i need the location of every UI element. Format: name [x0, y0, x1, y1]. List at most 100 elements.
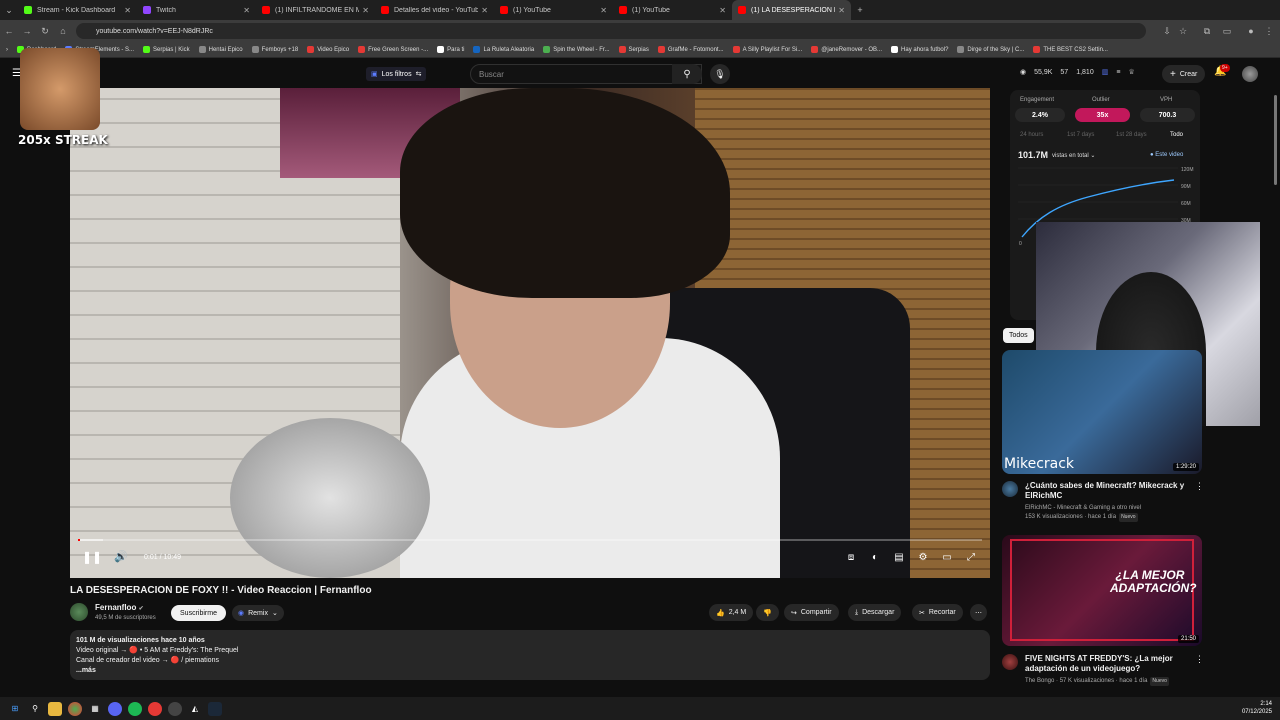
page-scrollbar[interactable]: [1274, 95, 1277, 185]
related-thumbnail[interactable]: ¿LA MEJOR ADAPTACIÓN? 21:50: [1002, 535, 1202, 646]
taskbar-app-icon[interactable]: ◭: [188, 702, 202, 716]
bookmark-item[interactable]: Video Epico: [307, 46, 349, 53]
browser-tab[interactable]: (1) LA DESESPERACION DE ✕: [732, 0, 851, 20]
more-options-icon[interactable]: ⋮: [1195, 481, 1204, 492]
browser-tab[interactable]: Twitch ✕: [137, 0, 256, 20]
bookmark-star-icon[interactable]: ☆: [1174, 22, 1192, 40]
menu-icon[interactable]: ⋮: [1260, 22, 1278, 40]
chrome-icon[interactable]: [68, 701, 82, 716]
search-input[interactable]: Buscar: [470, 64, 702, 84]
sidebar-icon[interactable]: ▭: [1218, 22, 1236, 40]
bookmarks-chevron-icon[interactable]: ›: [6, 47, 8, 53]
miniplayer-icon[interactable]: ⧈: [844, 552, 858, 566]
microphone-icon[interactable]: 🎙: [710, 64, 730, 84]
related-channel-avatar[interactable]: [1002, 654, 1018, 670]
theater-mode-icon[interactable]: ▭: [940, 552, 954, 566]
subtitles-icon[interactable]: ▤: [892, 552, 906, 566]
browser-tab[interactable]: Detalles del video - YouTube St✕: [375, 0, 494, 20]
bookmark-item[interactable]: Hentai Epico: [198, 46, 243, 53]
bookmark-item[interactable]: Dirge of the Sky | C...: [957, 46, 1024, 53]
back-icon[interactable]: ←: [0, 22, 18, 40]
bookmark-item[interactable]: Para ti: [437, 46, 464, 53]
bookmark-item[interactable]: @janeRemover - OB...: [811, 46, 882, 53]
more-options-icon[interactable]: ⋮: [1195, 654, 1204, 665]
system-clock[interactable]: 2:14 07/12/2025: [1242, 700, 1272, 716]
channel-avatar[interactable]: [70, 603, 88, 621]
discord-icon[interactable]: [108, 701, 122, 716]
chart-icon[interactable]: ▥: [1102, 68, 1109, 76]
subscribe-button[interactable]: Suscribirme: [171, 605, 226, 621]
share-button[interactable]: ↪ Compartir: [784, 604, 839, 621]
range-7d[interactable]: 1st 7 days: [1067, 132, 1094, 138]
more-actions-button[interactable]: ⋯: [970, 604, 987, 621]
search-icon[interactable]: ⚲: [672, 64, 702, 84]
bookmark-item[interactable]: Femboys +18: [251, 46, 298, 53]
tab-close-icon[interactable]: ✕: [243, 6, 250, 15]
browser-tab[interactable]: Stream - Kick Dashboard ✕: [18, 0, 137, 20]
like-button[interactable]: 👍 2,4 M: [709, 604, 754, 621]
clip-button[interactable]: ✂ Recortar: [912, 604, 963, 621]
browser-tab[interactable]: (1) YouTube ✕: [494, 0, 613, 20]
file-explorer-icon[interactable]: [48, 701, 62, 716]
pause-icon[interactable]: ❚❚: [82, 550, 102, 566]
tab-close-icon[interactable]: ✕: [600, 6, 607, 15]
bookmark-item[interactable]: THE BEST CS2 Settin...: [1033, 46, 1108, 53]
bookmark-item[interactable]: La Ruleta Aleatoria: [473, 46, 534, 53]
browser-tab[interactable]: (1) INFILTRANDOME EN MINEC✕: [256, 0, 375, 20]
forward-icon[interactable]: →: [18, 22, 36, 40]
tab-close-icon[interactable]: ✕: [719, 6, 726, 15]
bookmark-item[interactable]: A Silly Playlist For Si...: [732, 46, 802, 53]
description-box[interactable]: 101 M de visualizaciones hace 10 años Vi…: [70, 630, 990, 680]
dislike-button[interactable]: 👎: [756, 604, 779, 621]
settings-gear-icon[interactable]: ⚙: [916, 552, 930, 566]
tab-close-icon[interactable]: ✕: [124, 6, 131, 15]
bookmark-item[interactable]: Free Green Screen -...: [358, 46, 428, 53]
extensions-icon[interactable]: ⧉: [1198, 22, 1216, 40]
spotify-icon[interactable]: [128, 701, 142, 716]
user-avatar[interactable]: [1242, 66, 1258, 82]
windows-start-icon[interactable]: ⊞: [8, 702, 22, 716]
list-icon[interactable]: ≡: [1116, 69, 1120, 76]
related-channel[interactable]: The Bongo: [1025, 678, 1054, 684]
bookmark-item[interactable]: Spin the Wheel - Fr...: [543, 46, 610, 53]
video-player[interactable]: ❚❚ 🔊 0:01 / 10:49 ⧈ ◐ ▤ ⚙ ▭ ⤢: [70, 88, 990, 578]
reload-icon[interactable]: ↻: [36, 22, 54, 40]
description-more-link[interactable]: ...más: [76, 666, 984, 676]
autoplay-toggle-icon[interactable]: ◐: [868, 552, 882, 566]
trophy-icon[interactable]: ♕: [1128, 68, 1134, 76]
tab-close-icon[interactable]: ✕: [362, 6, 369, 15]
obs-icon[interactable]: [148, 701, 162, 716]
related-thumbnail[interactable]: Mikecrack 1:29:20: [1002, 350, 1202, 474]
range-24h[interactable]: 24 hours: [1020, 132, 1043, 138]
bookmark-item[interactable]: GrafMe - Fotomont...: [657, 46, 724, 53]
steam-icon[interactable]: [208, 701, 222, 716]
taskbar-app-icon[interactable]: [168, 701, 182, 716]
bookmark-item[interactable]: Hay ahora futbol?: [891, 46, 948, 53]
taskbar-app-icon[interactable]: ▦: [88, 702, 102, 716]
bookmark-item[interactable]: Serpias | Kick: [143, 46, 190, 53]
related-channel-avatar[interactable]: [1002, 481, 1018, 497]
filters-button[interactable]: ▣ Los filtros ⇆: [366, 67, 427, 81]
filter-chip-all[interactable]: Todos: [1003, 328, 1034, 343]
download-button[interactable]: ⤓ Descargar: [848, 604, 902, 621]
range-all[interactable]: Todo: [1170, 132, 1183, 138]
related-title[interactable]: ¿Cuánto sabes de Minecraft? Mikecrack y …: [1025, 481, 1195, 501]
create-button[interactable]: + Crear: [1162, 65, 1206, 83]
progress-bar[interactable]: [78, 539, 982, 541]
volume-icon[interactable]: 🔊: [114, 550, 130, 566]
fullscreen-icon[interactable]: ⤢: [964, 552, 978, 566]
related-channel[interactable]: ElRichMC - Minecraft & Gaming a otro niv…: [1025, 504, 1195, 513]
browser-tab[interactable]: (1) YouTube ✕: [613, 0, 732, 20]
search-icon[interactable]: ⚲: [28, 702, 42, 716]
channel-name[interactable]: Fernanfloo ✔: [95, 603, 144, 612]
new-tab-icon[interactable]: +: [851, 1, 869, 19]
range-28d[interactable]: 1st 28 days: [1116, 132, 1147, 138]
tab-close-icon[interactable]: ✕: [481, 6, 488, 15]
home-icon[interactable]: ⌂: [54, 22, 72, 40]
profile-icon[interactable]: ●: [1242, 22, 1260, 40]
total-views-label[interactable]: vistas en total ⌄: [1052, 152, 1095, 159]
bookmark-item[interactable]: Serpias: [618, 46, 649, 53]
tab-close-icon[interactable]: ✕: [838, 6, 845, 15]
related-title[interactable]: FIVE NIGHTS AT FREDDY'S: ¿La mejor adapt…: [1025, 654, 1195, 674]
remix-button[interactable]: ◉ Remix ⌄: [232, 605, 284, 621]
